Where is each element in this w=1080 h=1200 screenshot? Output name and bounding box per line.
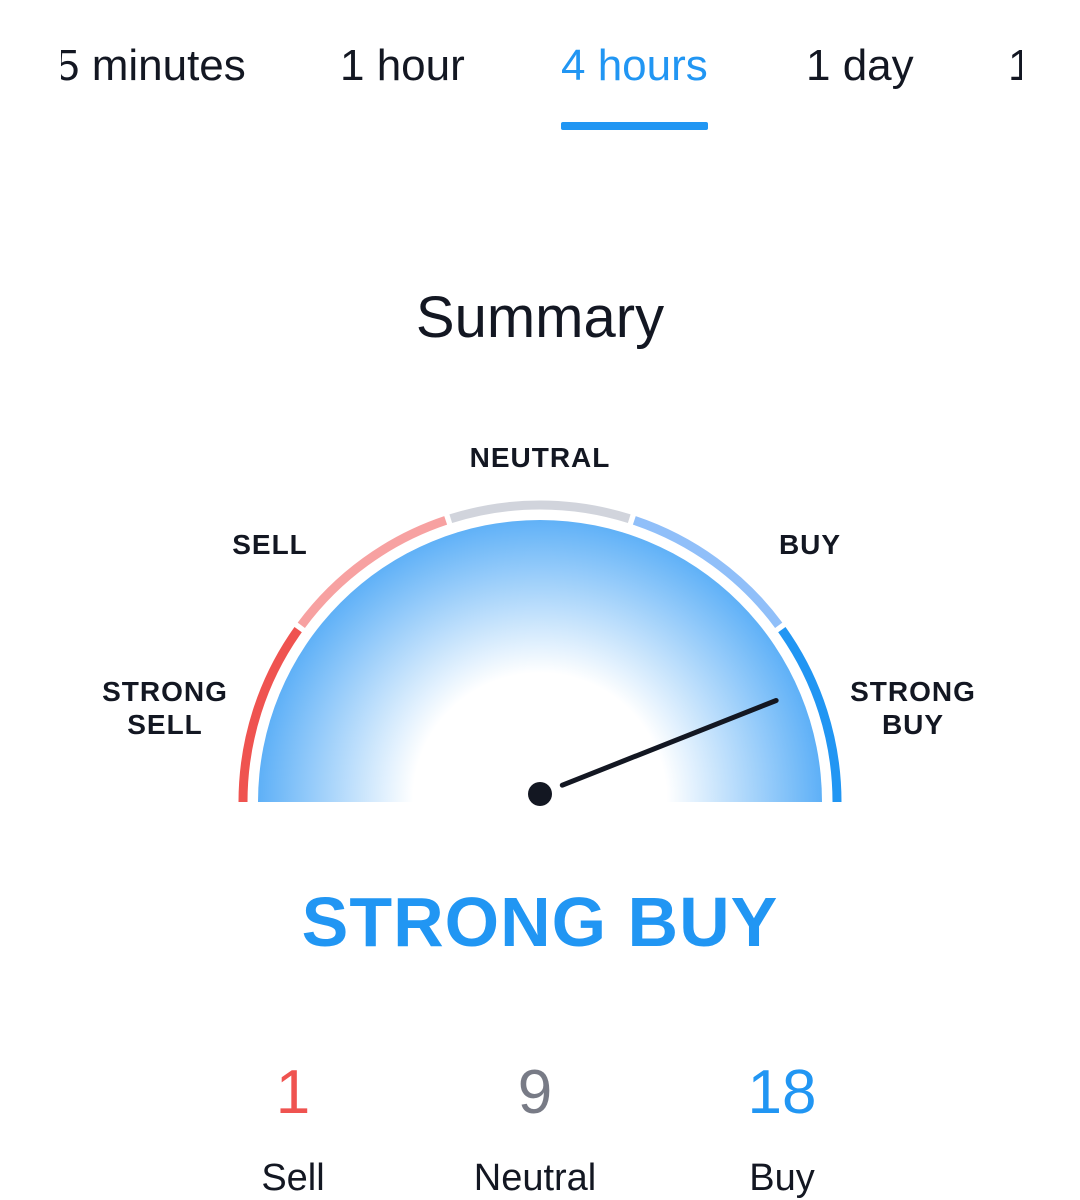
label-strong-buy: STRONG BUY [848, 675, 978, 741]
label-strong-buy-line1: STRONG [850, 676, 976, 707]
count-neutral-label: Neutral [473, 1157, 597, 1199]
gauge-arc-neutral [449, 500, 631, 524]
label-strong-sell-line2: SELL [127, 709, 203, 740]
count-neutral: 9 Neutral [415, 1058, 655, 1200]
label-strong-sell-line1: STRONG [102, 676, 228, 707]
count-buy-value: 18 [747, 1058, 817, 1127]
label-neutral: NEUTRAL [469, 442, 611, 473]
summary-verdict: STRONG BUY [301, 883, 779, 961]
label-sell: SELL [232, 529, 308, 560]
gauge [238, 500, 842, 806]
count-neutral-value: 9 [517, 1058, 553, 1127]
label-strong-buy-line2: BUY [881, 709, 945, 740]
count-sell-value: 1 [275, 1058, 311, 1127]
gauge-pivot [528, 782, 552, 806]
count-buy: 18 Buy [662, 1058, 902, 1200]
gauge-fill [258, 520, 822, 802]
count-buy-label: Buy [749, 1157, 815, 1199]
label-buy: BUY [778, 529, 842, 560]
label-strong-sell: STRONG SELL [100, 675, 230, 741]
count-sell: 1 Sell [173, 1058, 413, 1200]
count-sell-label: Sell [261, 1157, 325, 1199]
